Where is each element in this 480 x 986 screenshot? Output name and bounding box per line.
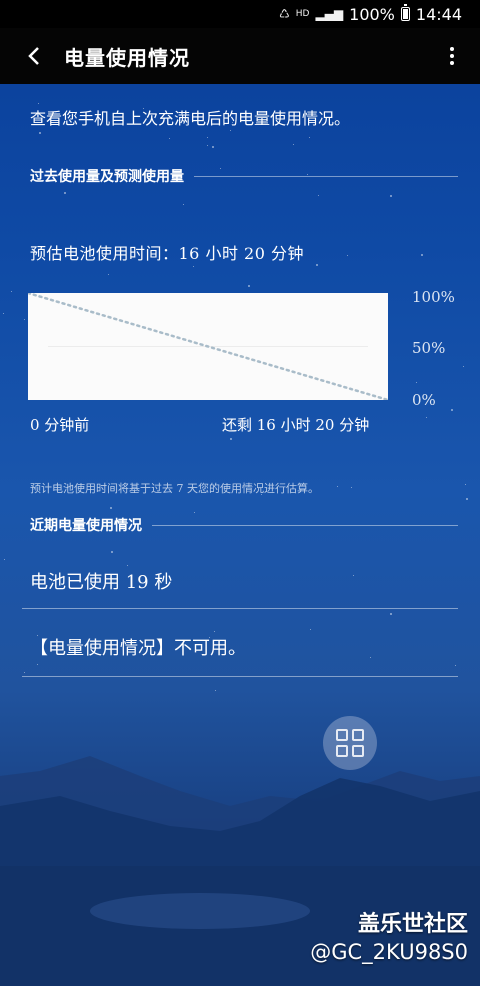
- signal-icon: ▂▄▆: [315, 7, 344, 21]
- star: [110, 506, 113, 509]
- section-divider: [152, 524, 458, 526]
- star: [229, 129, 231, 131]
- list-item-unavailable: 【电量使用情况】不可用。: [22, 608, 458, 677]
- watermark-handle: @GC_2KU98S0: [310, 940, 468, 964]
- star: [248, 285, 251, 288]
- section-divider: [194, 175, 458, 177]
- status-bar: ♺ HD ▂▄▆ 100% 14:44: [0, 0, 480, 28]
- list-item-battery-used: 电池已使用 19 秒: [22, 552, 458, 609]
- hd-icon: HD: [295, 9, 310, 19]
- y-tick-label: 100%: [412, 288, 455, 306]
- star: [293, 143, 295, 145]
- star: [336, 486, 338, 488]
- star: [390, 194, 393, 197]
- star: [211, 145, 214, 148]
- section-title-past: 过去使用量及预测使用量: [30, 169, 184, 185]
- star: [450, 408, 453, 411]
- estimated-battery-time: 预估电池使用时间：16 小时 20 分钟: [30, 244, 304, 263]
- x-start-label: 0 分钟前: [30, 416, 90, 434]
- chart-svg: [26, 291, 390, 402]
- star: [38, 132, 41, 135]
- star: [182, 204, 184, 206]
- apps-grid-button[interactable]: [323, 716, 377, 770]
- more-dot-icon: [450, 54, 454, 58]
- star: [351, 486, 353, 488]
- battery-usage-chart: [26, 291, 390, 402]
- star: [207, 145, 209, 147]
- star: [465, 483, 467, 485]
- y-tick-label: 0%: [412, 391, 436, 409]
- star: [168, 137, 170, 139]
- page-title: 电量使用情况: [64, 45, 190, 70]
- star: [421, 253, 424, 256]
- more-dot-icon: [450, 47, 454, 51]
- unavailable-text: 【电量使用情况】不可用。: [30, 638, 246, 659]
- star: [108, 273, 110, 275]
- star: [415, 381, 417, 383]
- recycle-icon: ♺: [278, 7, 290, 21]
- star: [24, 318, 26, 320]
- star: [465, 498, 468, 501]
- star: [11, 290, 13, 292]
- y-tick-label: 50%: [412, 339, 446, 357]
- star: [315, 264, 318, 267]
- star: [318, 194, 320, 196]
- grid-icon: [336, 729, 364, 757]
- section-header-past: 过去使用量及预测使用量: [30, 166, 458, 186]
- battery-percent: 100%: [349, 4, 395, 24]
- section-header-recent: 近期电量使用情况: [30, 515, 458, 535]
- star: [193, 512, 195, 514]
- star: [463, 366, 465, 368]
- battery-icon: [400, 4, 410, 21]
- watermark-title: 盖乐世社区: [357, 912, 468, 937]
- more-options-button[interactable]: [440, 38, 464, 74]
- back-button[interactable]: [16, 38, 52, 74]
- star: [215, 689, 217, 691]
- star: [3, 558, 5, 560]
- clock: 14:44: [415, 4, 462, 24]
- star: [230, 437, 233, 440]
- star: [206, 136, 208, 138]
- back-arrow-icon: [28, 47, 39, 65]
- section-title-recent: 近期电量使用情况: [30, 518, 142, 534]
- star: [193, 266, 195, 268]
- description-text: 查看您手机自上次充满电后的电量使用情况。: [30, 109, 351, 128]
- star: [64, 192, 67, 195]
- star: [425, 417, 427, 419]
- more-dot-icon: [450, 61, 454, 65]
- app-bar: 电量使用情况: [0, 28, 480, 84]
- estimate-note: 预计电池使用时间将基于过去 7 天您的使用情况进行估算。: [30, 482, 319, 495]
- x-end-label: 还剩 16 小时 20 分钟: [222, 416, 370, 434]
- star: [346, 255, 348, 257]
- star: [308, 137, 310, 139]
- battery-used-text: 电池已使用 19 秒: [30, 572, 173, 593]
- star: [38, 103, 40, 105]
- star: [3, 313, 5, 315]
